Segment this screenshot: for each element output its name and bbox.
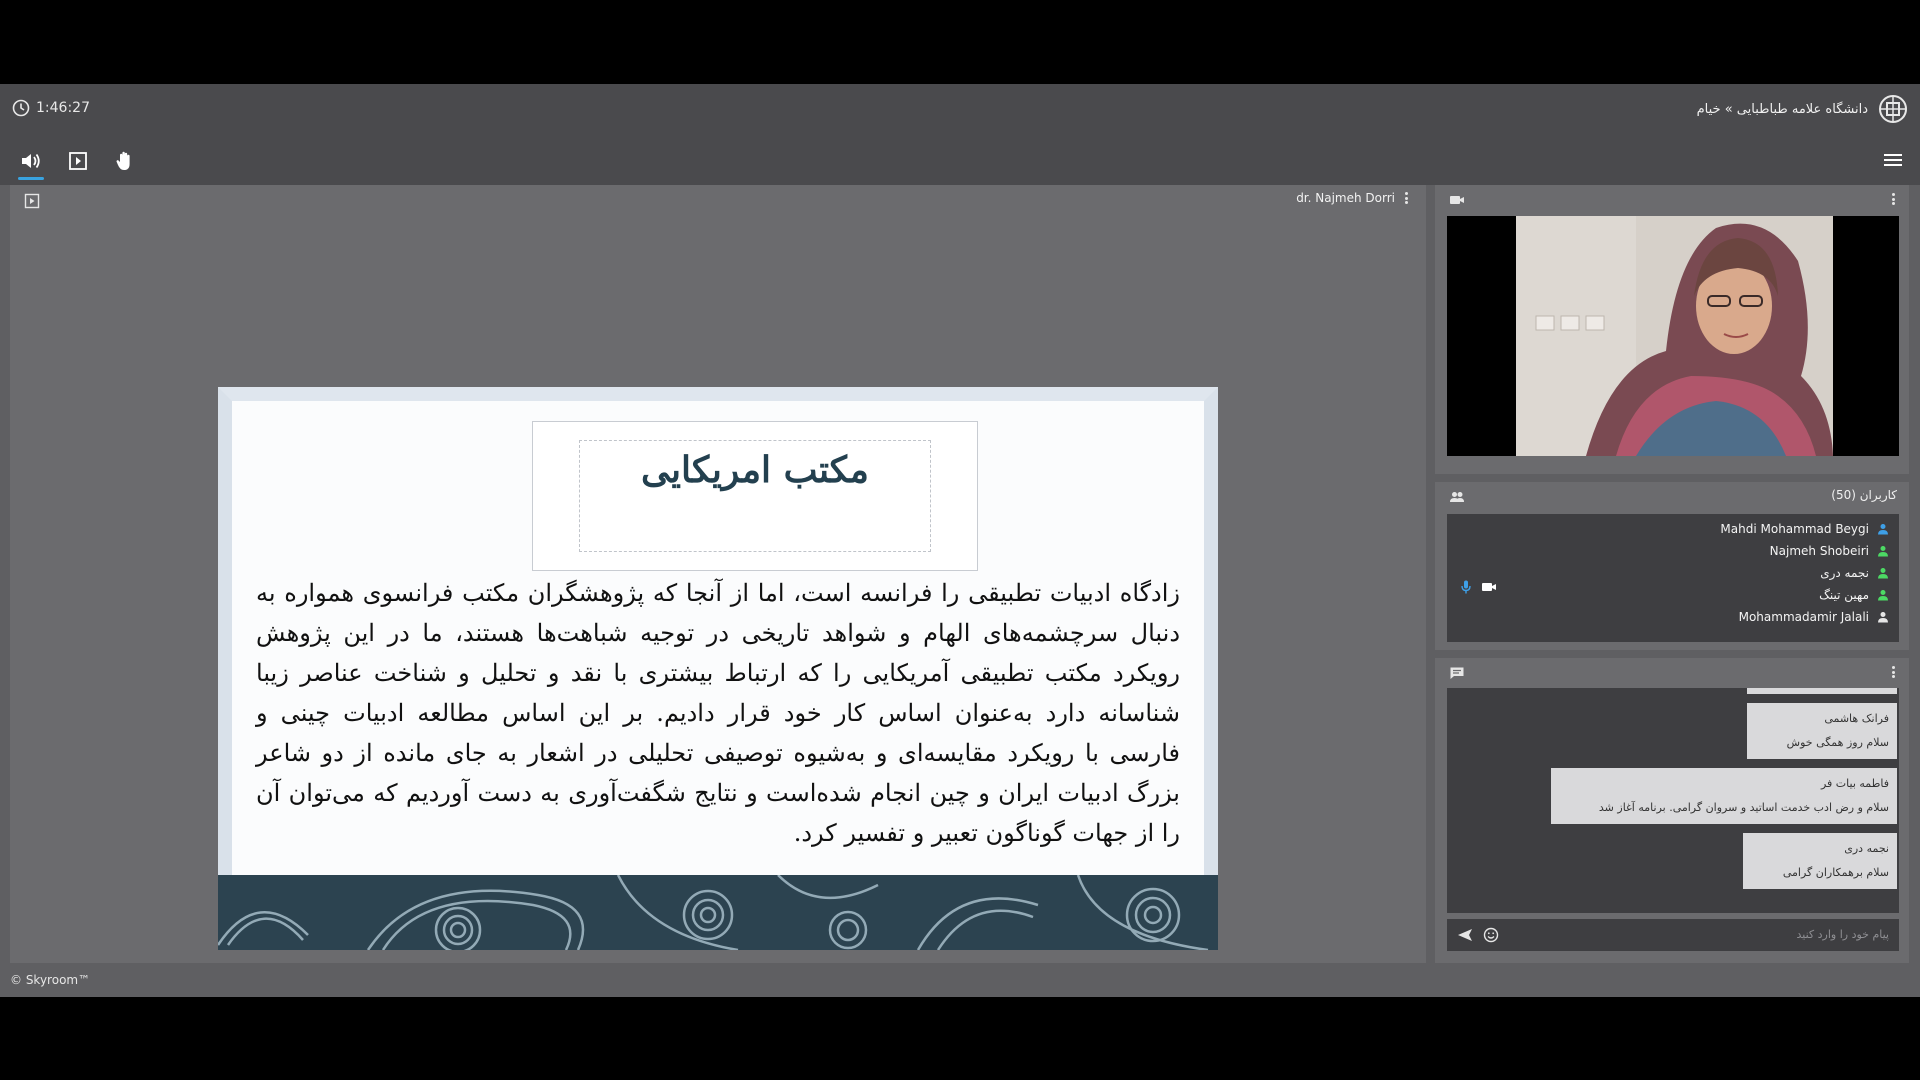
chat-sender: فاطمه بیات فر (1820, 777, 1889, 790)
presenter-name: dr. Najmeh Dorri (1296, 191, 1395, 205)
toolbar (0, 135, 1920, 185)
user-row[interactable]: Mohammadamir Jalali (1739, 606, 1889, 628)
camera-icon (1450, 196, 1464, 204)
webcam-feed (1516, 216, 1833, 456)
slide-decorative-band (218, 874, 1218, 950)
room-breadcrumb: دانشگاه علامه طباطبایی » خیام (1697, 94, 1908, 124)
screen-share-icon[interactable] (64, 147, 92, 175)
user-row[interactable]: مهین تینگ (1819, 584, 1889, 606)
video-panel (1435, 185, 1909, 474)
speaker-icon[interactable] (17, 147, 45, 175)
chat-input-placeholder: پیام خود را وارد کنید (1796, 928, 1889, 941)
title-bar: 1:46:27 دانشگاه علامه طباطبایی » خیام (0, 84, 1920, 135)
timer-text: 1:46:27 (36, 100, 90, 116)
presenter-label: dr. Najmeh Dorri (1296, 191, 1408, 205)
session-timer: 1:46:27 (12, 99, 90, 117)
raise-hand-icon[interactable] (111, 147, 139, 175)
presentation-options-icon[interactable] (1405, 192, 1408, 204)
app-window: 1:46:27 دانشگاه علامه طباطبایی » خیام dr… (0, 84, 1920, 997)
chat-sender: فرانک هاشمی (1824, 712, 1889, 725)
chat-options-icon[interactable] (1892, 666, 1895, 678)
users-panel: کاربران (50) Mahdi Mohammad Beygi Najmeh… (1435, 482, 1909, 650)
users-icon (1450, 492, 1464, 502)
slide-title-placeholder: مکتب امریکایی (579, 440, 931, 552)
user-icon (1878, 590, 1888, 601)
slide-body: زادگاه ادبیات تطبیقی را فرانسه است، اما … (256, 579, 1181, 847)
user-name: مهین تینگ (1819, 588, 1869, 602)
emoji-icon[interactable] (1483, 927, 1499, 943)
user-name: نجمه دری (1820, 566, 1869, 580)
user-icon (1878, 524, 1888, 535)
users-title: کاربران (50) (1831, 488, 1897, 502)
breadcrumb-text: دانشگاه علامه طباطبایی » خیام (1696, 101, 1868, 117)
slide-title: مکتب امریکایی (641, 449, 869, 491)
presentation-icon[interactable] (24, 193, 40, 209)
chat-text: سلام برهمکاران گرامی (1782, 866, 1889, 879)
user-name: Mohammadamir Jalali (1738, 610, 1869, 624)
user-icon (1878, 546, 1888, 557)
user-row[interactable]: نجمه دری (1820, 562, 1889, 584)
chat-icon (1450, 667, 1464, 679)
user-row[interactable]: Mahdi Mohammad Beygi (1720, 518, 1889, 540)
slide-title-box: مکتب امریکایی (532, 421, 978, 571)
chat-sender: نجمه دری (1844, 842, 1889, 855)
chat-input[interactable]: پیام خود را وارد کنید (1447, 919, 1899, 951)
video-camera-icon (1482, 583, 1496, 591)
user-name: Mahdi Mohammad Beygi (1720, 522, 1869, 536)
chat-text: سلام روز همگی خوش (1786, 736, 1889, 749)
chat-message-partial (1747, 688, 1897, 694)
microphone-icon (1461, 580, 1471, 594)
hamburger-menu-icon[interactable] (1882, 149, 1904, 171)
university-logo (1879, 95, 1907, 123)
user-icon (1878, 568, 1888, 579)
chat-message: فرانک هاشمی سلام روز همگی خوش (1747, 703, 1897, 759)
user-icon (1878, 612, 1888, 623)
video-options-icon[interactable] (1892, 193, 1895, 205)
user-media-status (1461, 580, 1497, 594)
footer-copyright: © Skyroom™ (10, 973, 91, 987)
chat-message: نجمه دری سلام برهمکاران گرامی (1743, 833, 1897, 889)
clock-icon (12, 99, 30, 117)
send-icon[interactable] (1457, 928, 1473, 942)
webcam-video (1447, 216, 1899, 456)
slide-frame: مکتب امریکایی زادگاه ادبیات تطبیقی را فر… (218, 387, 1218, 875)
chat-message: فاطمه بیات فر سلام و رض ادب خدمت اساتید … (1551, 768, 1897, 824)
chat-text: سلام و رض ادب خدمت اساتید و سروان گرامی.… (1598, 801, 1889, 814)
user-name: Najmeh Shobeiri (1769, 544, 1869, 558)
chat-messages: فرانک هاشمی سلام روز همگی خوش فاطمه بیات… (1447, 688, 1899, 913)
users-list: Mahdi Mohammad Beygi Najmeh Shobeiri نجم… (1447, 514, 1899, 642)
active-indicator (18, 177, 44, 180)
slide: مکتب امریکایی زادگاه ادبیات تطبیقی را فر… (218, 387, 1218, 950)
chat-panel: فرانک هاشمی سلام روز همگی خوش فاطمه بیات… (1435, 658, 1909, 963)
user-row[interactable]: Najmeh Shobeiri (1770, 540, 1889, 562)
presentation-panel: dr. Najmeh Dorri مکتب امریکایی زادگاه اد… (10, 185, 1426, 963)
